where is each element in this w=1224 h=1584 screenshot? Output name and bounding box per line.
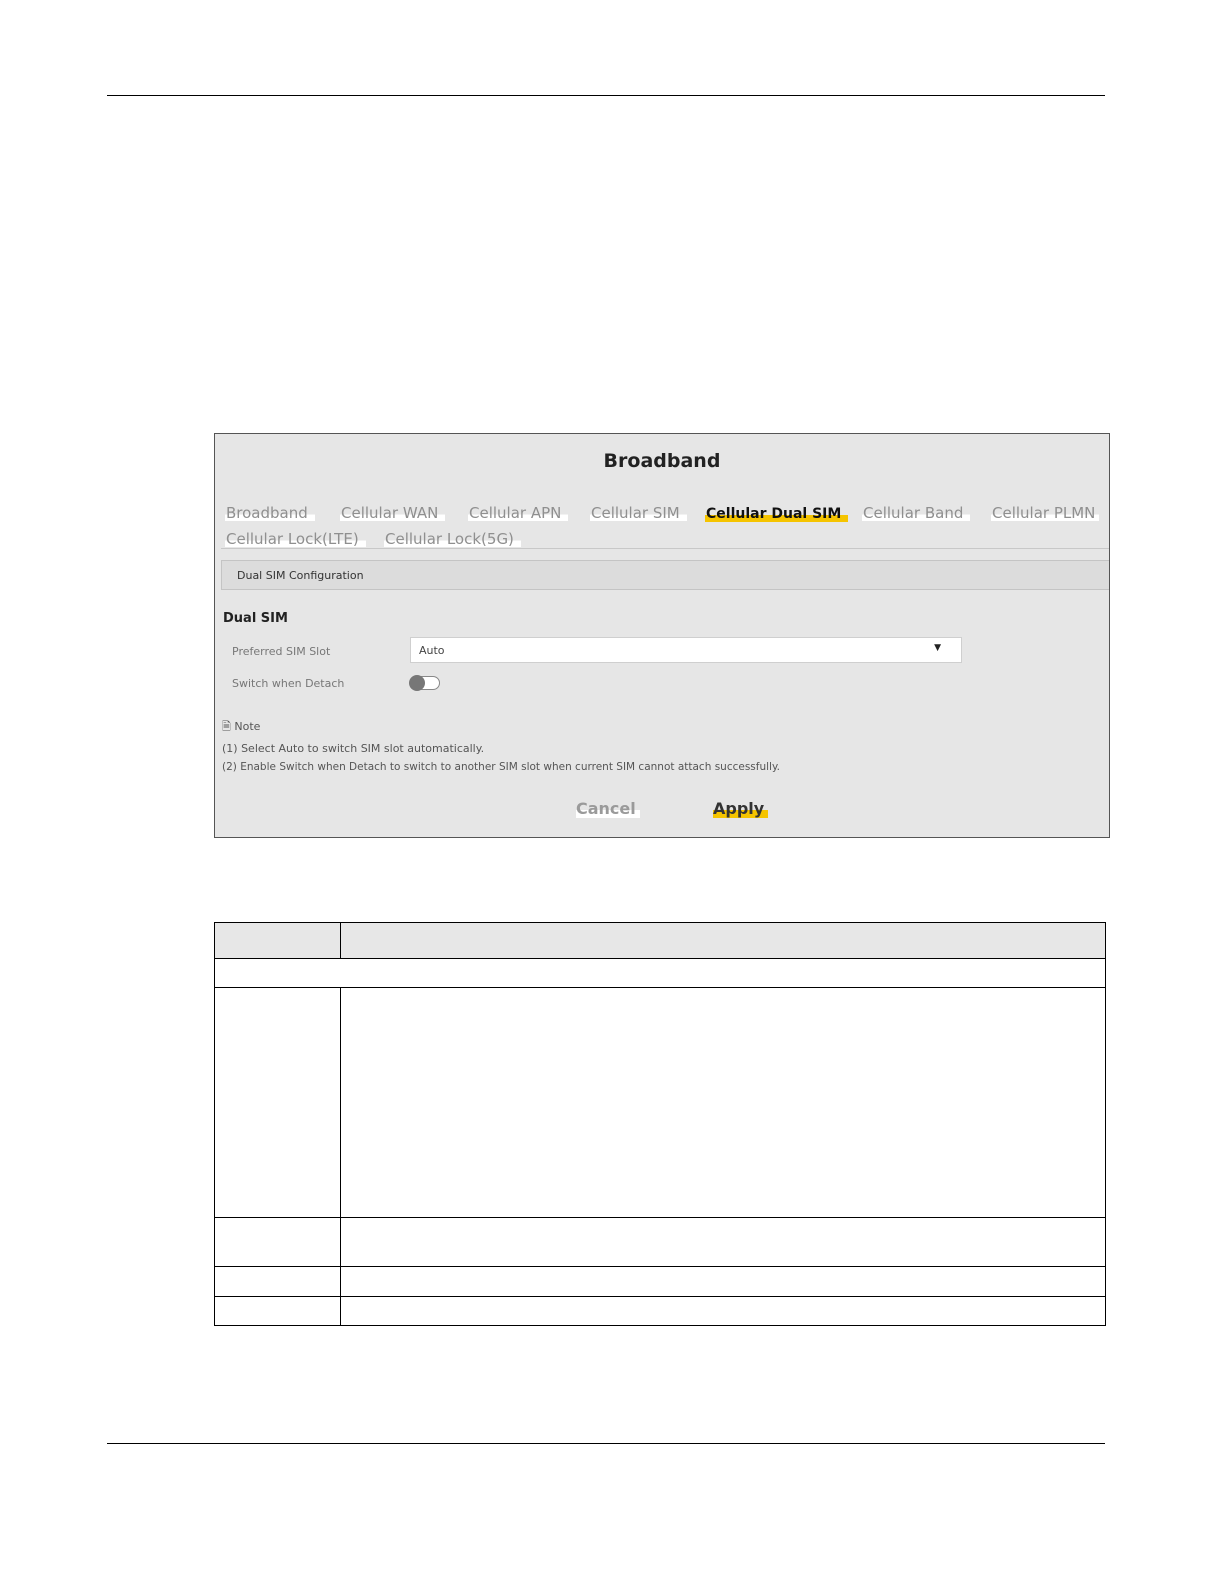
table-header-cell <box>340 922 1106 959</box>
tab-broadband[interactable]: Broadband <box>225 505 315 521</box>
table-cell <box>340 987 1106 1218</box>
broadband-screenshot: Broadband Broadband Cellular WAN Cellula… <box>214 433 1110 838</box>
tab-cellular-lock-lte[interactable]: Cellular Lock(LTE) <box>225 531 366 547</box>
note-header: 🗎 Note <box>222 718 260 737</box>
switch-when-detach-label: Switch when Detach <box>232 677 345 690</box>
tab-cellular-apn[interactable]: Cellular APN <box>468 505 569 521</box>
page-title: Broadband <box>603 450 721 472</box>
tab-cellular-plmn[interactable]: Cellular PLMN <box>991 505 1100 521</box>
note-icon: 🗎 <box>222 720 231 733</box>
table-cell <box>214 1217 341 1267</box>
table-cell <box>214 1296 341 1326</box>
table-cell <box>340 1296 1106 1326</box>
dropdown-arrow-icon: ▼ <box>934 643 941 653</box>
note-title: Note <box>234 720 261 733</box>
dual-sim-heading: Dual SIM <box>223 611 288 626</box>
note-line-1: (1) Select Auto to switch SIM slot autom… <box>222 742 485 755</box>
tab-cellular-band[interactable]: Cellular Band <box>862 505 971 521</box>
table-row <box>214 1296 1106 1326</box>
preferred-sim-slot-value: Auto <box>419 644 445 657</box>
toggle-knob <box>409 675 425 691</box>
section-title: Dual SIM Configuration <box>237 569 364 582</box>
note-line-2: (2) Enable Switch when Detach to switch … <box>222 761 781 773</box>
footer-rule <box>107 1443 1105 1444</box>
table-row <box>214 1266 1106 1297</box>
tab-divider <box>221 548 1109 549</box>
table-header-cell <box>214 922 341 959</box>
cancel-button[interactable]: Cancel <box>576 800 640 818</box>
table-cell <box>340 1217 1106 1267</box>
table-cell <box>214 1266 341 1297</box>
tab-cellular-dual-sim[interactable]: Cellular Dual SIM <box>705 506 849 522</box>
preferred-sim-slot-label: Preferred SIM Slot <box>232 645 331 658</box>
tab-cellular-lock-5g[interactable]: Cellular Lock(5G) <box>384 531 521 547</box>
tab-cellular-wan[interactable]: Cellular WAN <box>340 505 446 521</box>
header-rule <box>107 95 1105 96</box>
section-header: Dual SIM Configuration <box>221 560 1109 590</box>
preferred-sim-slot-select[interactable]: Auto ▼ <box>410 637 962 663</box>
table-header-row <box>214 922 1106 959</box>
table-cell <box>214 958 1106 988</box>
table-row <box>214 958 1106 988</box>
table-cell <box>214 987 341 1218</box>
table-row <box>214 987 1106 1218</box>
apply-button[interactable]: Apply <box>713 800 769 818</box>
field-description-table <box>214 922 1106 1326</box>
switch-when-detach-toggle[interactable] <box>409 675 440 691</box>
table-cell <box>340 1266 1106 1297</box>
tab-cellular-sim[interactable]: Cellular SIM <box>590 505 687 521</box>
table-row <box>214 1217 1106 1267</box>
